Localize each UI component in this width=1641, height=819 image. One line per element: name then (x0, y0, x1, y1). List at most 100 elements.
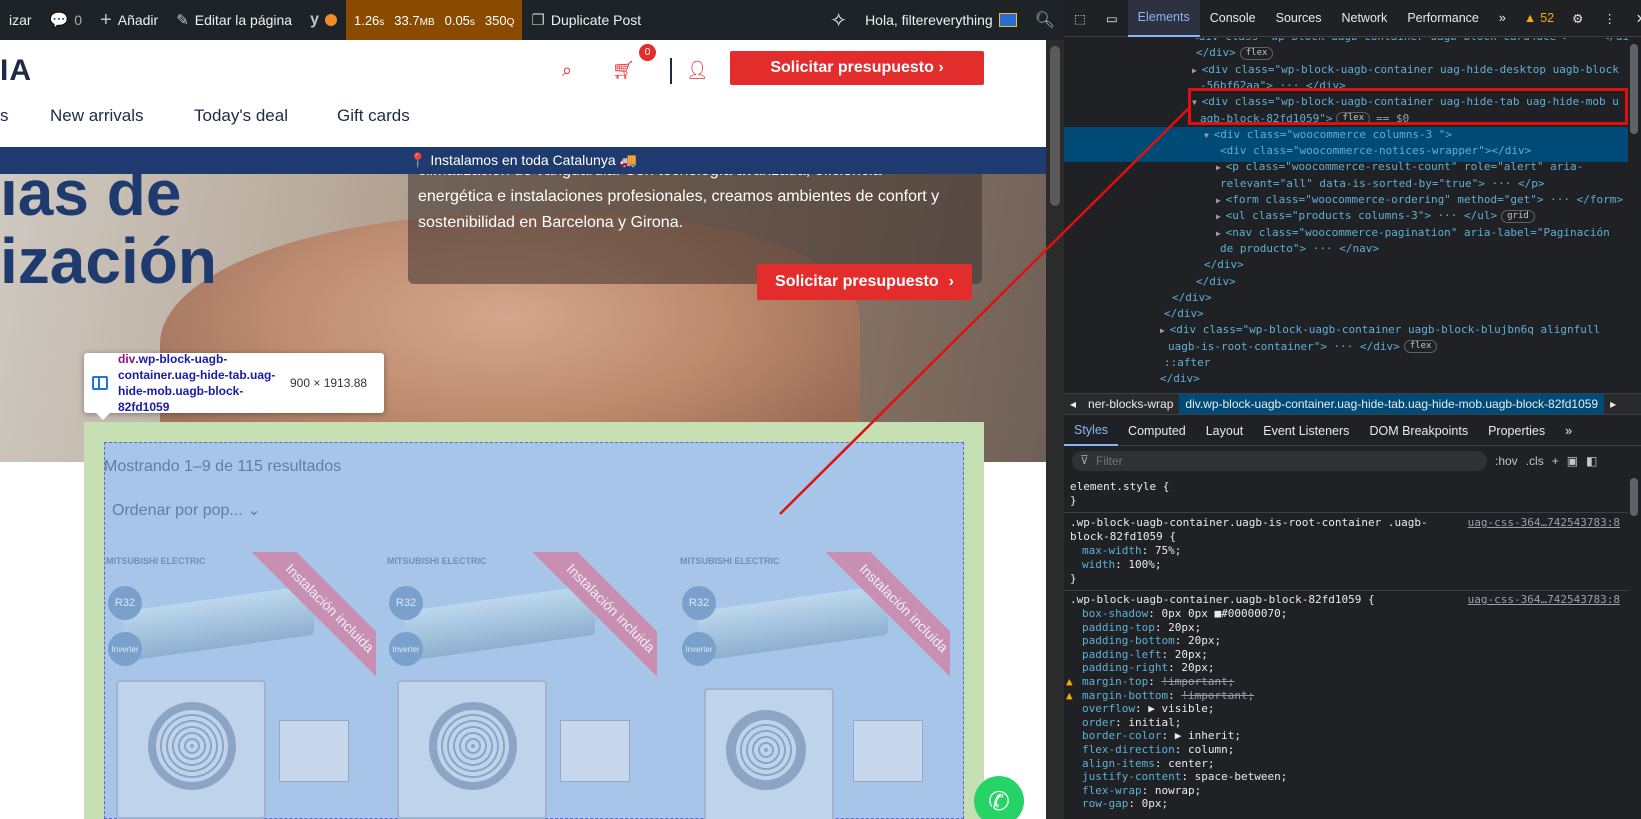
nav-item-gift-cards[interactable]: Gift cards (337, 106, 410, 126)
expand-triangle-icon[interactable]: ▶ (1192, 66, 1202, 75)
tab-event-listeners[interactable]: Event Listeners (1253, 416, 1359, 446)
css-property-row[interactable]: width: 100%; (1082, 558, 1162, 572)
add-rule-icon[interactable]: + (1552, 454, 1559, 468)
add-new-menu[interactable]: + Añadir (91, 0, 167, 40)
css-property-value[interactable]: !important; (1181, 689, 1254, 702)
styles-pane[interactable]: element.style { } .wp-block-uagb-contain… (1064, 476, 1628, 819)
dom-line[interactable]: </div> (1160, 370, 1200, 387)
hov-toggle[interactable]: :hov (1495, 454, 1518, 468)
tab-elements[interactable]: Elements (1127, 0, 1200, 37)
css-property-row[interactable]: order: initial; (1082, 716, 1181, 730)
comments-link[interactable]: 💬 0 (41, 0, 91, 40)
breadcrumb-scroll-right[interactable]: ▸ (1604, 397, 1622, 411)
cart-icon[interactable]: 🛒︎ (612, 60, 635, 81)
css-property-row[interactable]: max-width: 75%; (1082, 544, 1181, 558)
css-property-value[interactable]: column; (1188, 743, 1234, 756)
hero-quote-button[interactable]: Solicitar presupuesto › (757, 264, 972, 300)
css-property-name[interactable]: align-items (1082, 757, 1155, 770)
css-property-value[interactable]: 75%; (1155, 544, 1182, 557)
expand-triangle-icon[interactable]: ▶ (1216, 163, 1226, 172)
css-property-value[interactable]: ▶ inherit; (1175, 729, 1241, 742)
css-property-value[interactable]: !important; (1161, 675, 1234, 688)
dom-line[interactable]: ▶ <ul class="products columns-3"> ··· </… (1216, 207, 1535, 225)
css-property-row[interactable]: box-shadow: 0px 0px ■#00000070; (1082, 607, 1287, 621)
css-property-value[interactable]: 20px; (1168, 621, 1201, 634)
product-card[interactable]: MITSUBISHI ELECTRIC R32 Inverter Instala… (385, 552, 657, 819)
css-property-row[interactable]: ▲ margin-top: !important; (1066, 675, 1234, 689)
warning-icon[interactable]: ▲ (1066, 675, 1073, 689)
css-property-value[interactable]: space-between; (1195, 770, 1288, 783)
query-monitor[interactable]: 1.26s 33.7MB 0.05s 350Q (345, 0, 523, 40)
css-property-row[interactable]: ▲ margin-bottom: !important; (1066, 689, 1254, 703)
expand-triangle-icon[interactable]: ▶ (1160, 326, 1170, 335)
tab-performance[interactable]: Performance (1397, 0, 1489, 37)
layout-badge[interactable]: flex (1239, 46, 1274, 60)
dom-line[interactable]: ▶ <p class="woocommerce-result-count" ro… (1216, 158, 1583, 176)
expand-triangle-icon[interactable]: ▼ (1204, 131, 1214, 140)
expand-triangle-icon[interactable]: ▶ (1216, 196, 1226, 205)
css-property-name[interactable]: overflow (1082, 702, 1135, 715)
css-property-value[interactable]: center; (1168, 757, 1214, 770)
product-card[interactable]: MITSUBISHI ELECTRIC R32 Inverter Instala… (678, 552, 950, 819)
dom-line[interactable]: <div class="woocommerce-notices-wrapper"… (1220, 142, 1531, 159)
duplicate-post-link[interactable]: ❐ Duplicate Post (522, 0, 650, 40)
css-property-name[interactable]: order (1082, 716, 1115, 729)
css-property-value[interactable]: nowrap; (1155, 784, 1201, 797)
device-toolbar-button[interactable]: ▭ (1096, 0, 1128, 37)
css-property-value[interactable]: 0px; (1142, 797, 1169, 810)
breadcrumb-item-active[interactable]: div.wp-block-uagb-container.uag-hide-tab… (1179, 394, 1605, 414)
css-property-value[interactable]: 0px 0px ■#00000070; (1161, 607, 1287, 620)
css-property-row[interactable]: justify-content: space-between; (1082, 770, 1287, 784)
dom-line[interactable]: de producto"> ··· </nav> (1220, 240, 1379, 257)
css-property-value[interactable]: ▶ visible; (1148, 702, 1214, 715)
css-property-row[interactable]: padding-left: 20px; (1082, 648, 1208, 662)
site-logo[interactable]: IA (0, 54, 32, 88)
more-options-icon[interactable]: ⋮ (1593, 0, 1626, 37)
css-property-value[interactable]: 100%; (1128, 558, 1161, 571)
layout-badge[interactable]: flex (1403, 340, 1438, 354)
tab-properties[interactable]: Properties (1478, 416, 1555, 446)
scrollbar-thumb[interactable] (1630, 44, 1638, 134)
close-icon[interactable]: ✕ (1626, 0, 1641, 37)
rule-selector[interactable]: .wp-block-uagb-container.uagb-is-root-co… (1070, 516, 1428, 530)
ordering-select[interactable]: Ordenar por pop... ⌄ (112, 500, 261, 520)
dom-line[interactable]: ::after (1164, 354, 1210, 371)
css-property-value[interactable]: 20px; (1181, 661, 1214, 674)
css-property-row[interactable]: overflow: ▶ visible; (1082, 702, 1214, 716)
css-property-name[interactable]: max-width (1082, 544, 1142, 557)
tab-network[interactable]: Network (1331, 0, 1397, 37)
user-icon[interactable]: 👤︎ (686, 60, 709, 81)
css-property-name[interactable]: border-color (1082, 729, 1161, 742)
settings-gear-icon[interactable]: ⚙ (1562, 0, 1593, 37)
scrollbar-thumb[interactable] (1050, 46, 1060, 206)
rule-source-link[interactable]: uag-css-364…742543783:8 (1468, 516, 1620, 529)
account-menu[interactable]: Hola, filtereverything (856, 0, 1026, 40)
dom-line[interactable]: ▼ <div class="woocommerce columns-3 "> (1204, 126, 1452, 144)
rule-selector[interactable]: block-82fd1059 { (1070, 530, 1176, 544)
styles-scrollbar[interactable] (1628, 476, 1641, 819)
css-property-name[interactable]: box-shadow (1082, 607, 1148, 620)
dom-line[interactable]: ▶ <nav class="woocommerce-pagination" ar… (1216, 224, 1610, 242)
whatsapp-button[interactable]: ✆ (974, 776, 1024, 819)
layout-badge[interactable]: grid (1501, 209, 1535, 223)
tab-console[interactable]: Console (1200, 0, 1266, 37)
tab-computed[interactable]: Computed (1118, 416, 1196, 446)
css-property-row[interactable]: padding-right: 20px; (1082, 661, 1214, 675)
dom-line[interactable]: </div> (1164, 305, 1204, 322)
styles-filter-input[interactable] (1072, 451, 1487, 471)
search-icon[interactable]: ⌕ (562, 60, 572, 81)
css-property-row[interactable]: flex-direction: column; (1082, 743, 1234, 757)
dom-line[interactable]: uagb-is-root-container"> ··· </div> flex (1168, 338, 1438, 355)
dom-line[interactable]: </div> (1204, 256, 1244, 273)
css-property-name[interactable]: padding-left (1082, 648, 1161, 661)
css-property-row[interactable]: padding-top: 20px; (1082, 621, 1201, 635)
cls-toggle[interactable]: .cls (1526, 454, 1544, 468)
css-property-row[interactable]: align-items: center; (1082, 757, 1214, 771)
nav-item-new-arrivals[interactable]: New arrivals (50, 106, 144, 126)
expand-triangle-icon[interactable]: ▶ (1216, 229, 1226, 238)
css-property-value[interactable]: 20px; (1175, 648, 1208, 661)
tab-dom-breakpoints[interactable]: DOM Breakpoints (1359, 416, 1478, 446)
css-property-row[interactable]: flex-wrap: nowrap; (1082, 784, 1201, 798)
css-property-value[interactable]: initial; (1128, 716, 1181, 729)
tab-layout[interactable]: Layout (1196, 416, 1254, 446)
